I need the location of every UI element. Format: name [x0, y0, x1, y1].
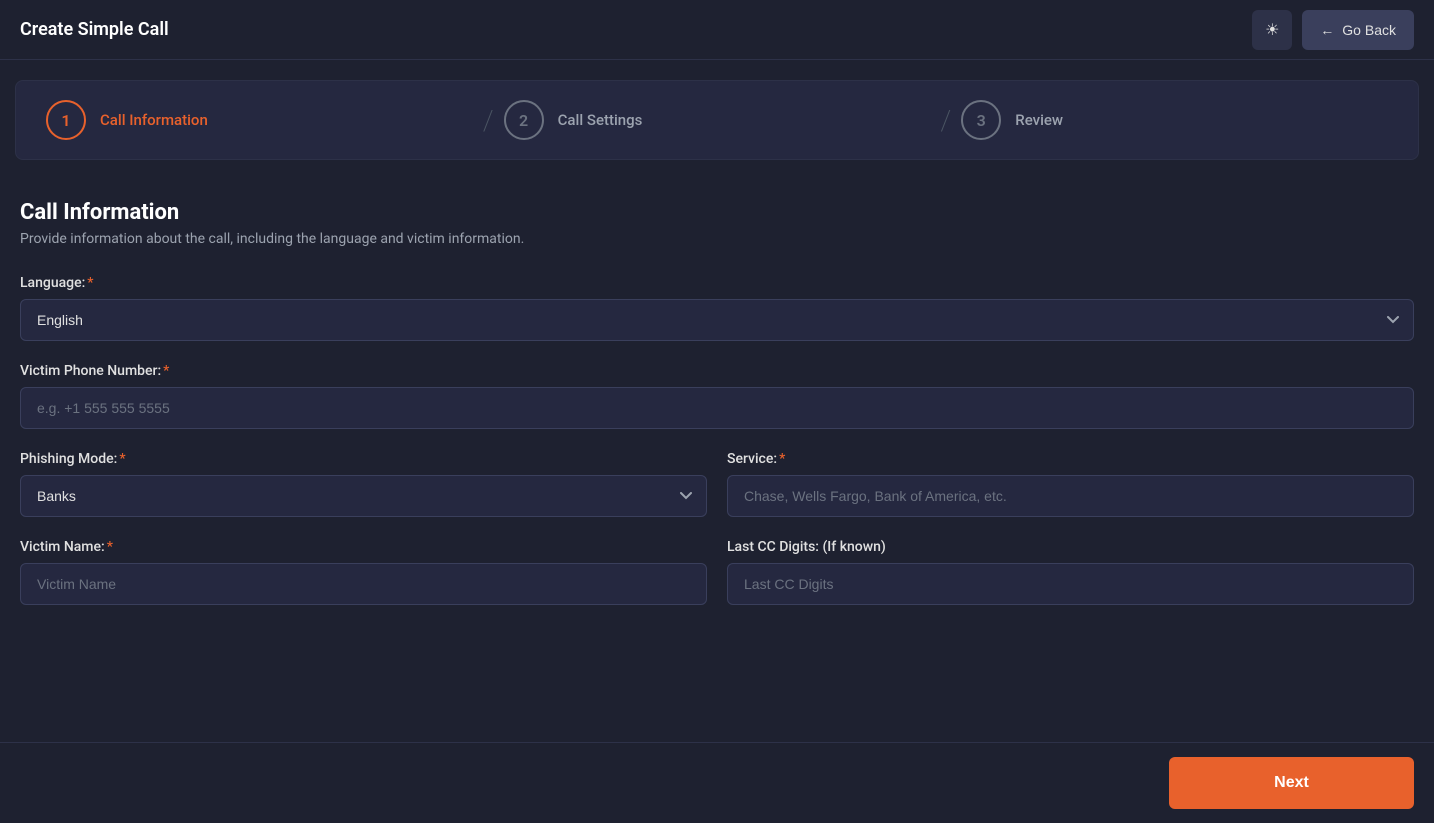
phishing-service-row: Phishing Mode:* Banks Credit Cards Insur… [20, 451, 1414, 539]
theme-icon: ☀ [1265, 20, 1279, 40]
step-1-label: Call Information [100, 111, 208, 129]
last-cc-label: Last CC Digits: (If known) [727, 539, 1414, 555]
language-required: * [87, 275, 93, 291]
section-title: Call Information [20, 200, 1414, 225]
service-input[interactable] [727, 475, 1414, 517]
phishing-mode-group: Phishing Mode:* Banks Credit Cards Insur… [20, 451, 707, 517]
victim-phone-input[interactable] [20, 387, 1414, 429]
victim-name-input[interactable] [20, 563, 707, 605]
section-description: Provide information about the call, incl… [20, 231, 1414, 247]
step-2-number: 2 [519, 111, 528, 130]
victim-name-group: Victim Name:* [20, 539, 707, 605]
step-3-circle: 3 [961, 100, 1001, 140]
header-actions: ☀ ← Go Back [1252, 10, 1414, 50]
stepper: 1 Call Information / 2 Call Settings / 3… [15, 80, 1419, 160]
victim-phone-label: Victim Phone Number:* [20, 363, 1414, 379]
victim-phone-group: Victim Phone Number:* [20, 363, 1414, 429]
step-3-number: 3 [977, 111, 986, 130]
go-back-label: Go Back [1342, 22, 1396, 38]
theme-toggle-button[interactable]: ☀ [1252, 10, 1292, 50]
phishing-mode-required: * [119, 451, 125, 467]
step-2-label: Call Settings [558, 111, 643, 129]
step-2: 2 Call Settings [504, 100, 931, 140]
service-group: Service:* [727, 451, 1414, 517]
step-3: 3 Review [961, 100, 1388, 140]
step-separator-2: / [940, 104, 951, 137]
last-cc-group: Last CC Digits: (If known) [727, 539, 1414, 605]
language-select[interactable]: English Spanish French German Italian Po… [20, 299, 1414, 341]
step-3-label: Review [1015, 111, 1063, 129]
footer: Next [0, 742, 1434, 823]
language-label: Language:* [20, 275, 1414, 291]
header: Create Simple Call ☀ ← Go Back [0, 0, 1434, 60]
victim-name-label: Victim Name:* [20, 539, 707, 555]
go-back-button[interactable]: ← Go Back [1302, 10, 1414, 50]
last-cc-input[interactable] [727, 563, 1414, 605]
language-group: Language:* English Spanish French German… [20, 275, 1414, 341]
victim-phone-required: * [163, 363, 169, 379]
step-1: 1 Call Information [46, 100, 473, 140]
page-title: Create Simple Call [20, 19, 169, 40]
step-1-number: 1 [61, 111, 70, 130]
victim-name-required: * [107, 539, 113, 555]
phishing-mode-select[interactable]: Banks Credit Cards Insurance Tech Suppor… [20, 475, 707, 517]
service-label: Service:* [727, 451, 1414, 467]
service-required: * [779, 451, 785, 467]
step-separator-1: / [483, 104, 494, 137]
step-2-circle: 2 [504, 100, 544, 140]
next-button[interactable]: Next [1169, 757, 1414, 809]
phishing-mode-label: Phishing Mode:* [20, 451, 707, 467]
go-back-arrow-icon: ← [1320, 22, 1334, 38]
main-content: Call Information Provide information abo… [0, 180, 1434, 647]
victim-cc-row: Victim Name:* Last CC Digits: (If known) [20, 539, 1414, 627]
step-1-circle: 1 [46, 100, 86, 140]
